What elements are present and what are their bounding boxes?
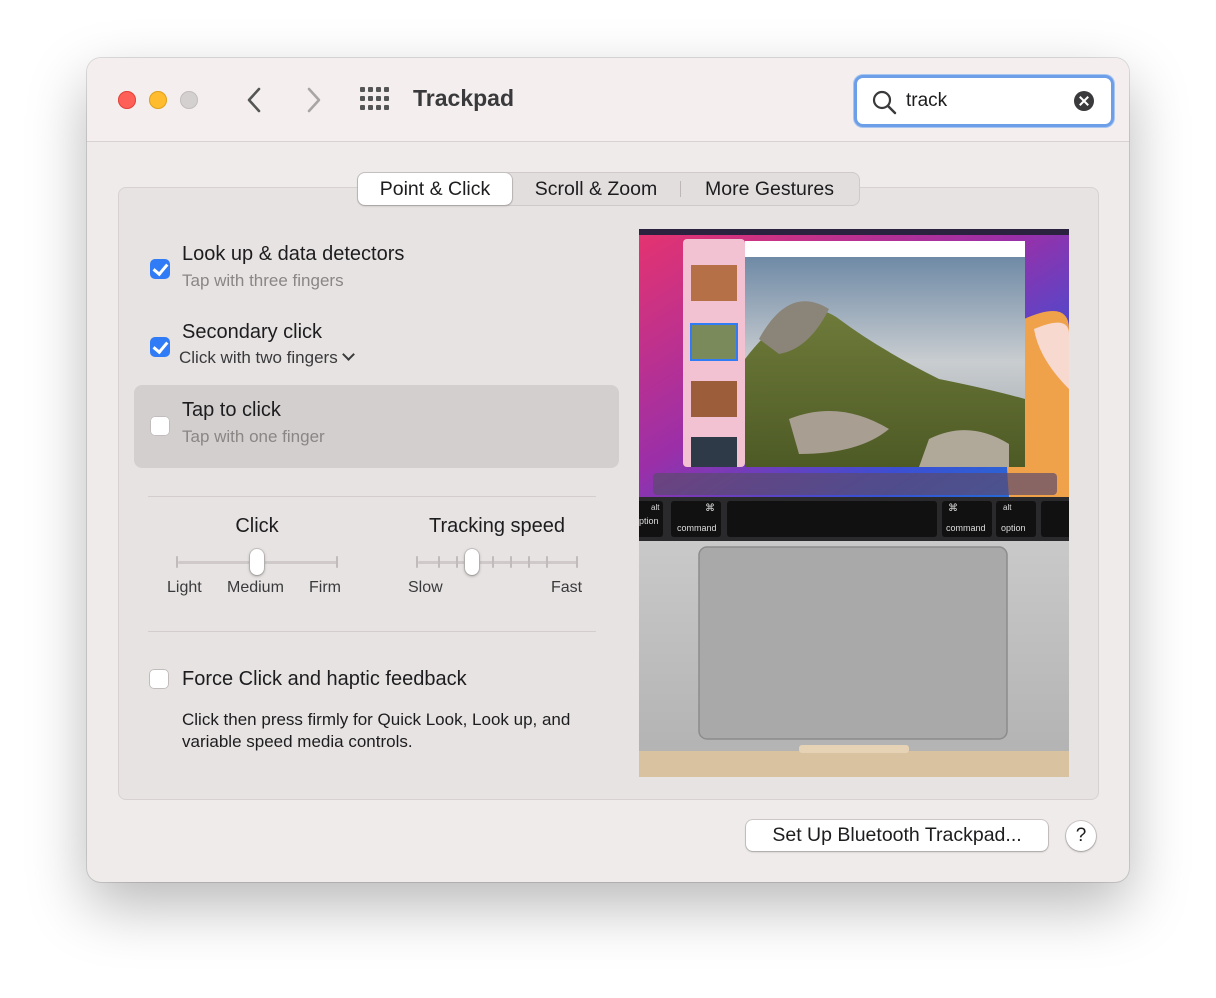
search-field[interactable] — [854, 75, 1114, 127]
lookup-title: Look up & data detectors — [182, 243, 405, 265]
tap-to-click-subtitle: Tap with one finger — [182, 427, 325, 446]
tab-scroll-zoom[interactable]: Scroll & Zoom — [512, 173, 680, 205]
click-label-light: Light — [167, 579, 202, 596]
key-label: alt — [1003, 503, 1012, 512]
chevron-down-icon — [341, 348, 355, 361]
close-button[interactable] — [118, 91, 136, 109]
search-input[interactable] — [906, 90, 1066, 112]
lookup-subtitle: Tap with three fingers — [182, 271, 344, 290]
window-title: Trackpad — [413, 85, 514, 111]
key-label: option — [1001, 523, 1026, 533]
secondary-click-title: Secondary click — [182, 321, 323, 343]
click-slider-knob[interactable] — [250, 549, 264, 575]
tracking-label-fast: Fast — [551, 579, 583, 596]
tracking-slider-track[interactable] — [418, 561, 577, 564]
key-label: command — [946, 523, 986, 533]
tracking-label-slow: Slow — [408, 579, 443, 596]
click-label-firm: Firm — [309, 579, 341, 596]
search-icon — [872, 90, 897, 115]
secondary-click-popup[interactable]: Click with two fingers — [179, 348, 355, 368]
slider-tick — [546, 556, 548, 568]
tap-to-click-title: Tap to click — [182, 399, 281, 421]
command-symbol-icon: ⌘ — [705, 503, 715, 514]
chevron-right-icon — [307, 87, 321, 113]
forward-button[interactable] — [295, 82, 331, 118]
tap-to-click-checkbox[interactable] — [150, 416, 170, 436]
chevron-left-icon — [247, 87, 261, 113]
slider-tick — [456, 556, 458, 568]
trackpad-preview-image: ption command command option alt alt ⌘ ⌘ — [639, 229, 1069, 777]
slider-tick — [510, 556, 512, 568]
clear-search-icon[interactable] — [1074, 91, 1094, 111]
lookup-checkbox[interactable] — [150, 259, 170, 279]
click-label-medium: Medium — [227, 579, 284, 596]
help-button[interactable]: ? — [1066, 821, 1096, 851]
slider-tick — [176, 556, 178, 568]
tracking-speed-title: Tracking speed — [429, 515, 565, 537]
key-label: ption — [639, 516, 659, 526]
divider — [148, 496, 596, 497]
divider — [148, 631, 596, 632]
slider-tick — [576, 556, 578, 568]
force-click-description: Click then press firmly for Quick Look, … — [182, 710, 571, 751]
back-button[interactable] — [237, 82, 273, 118]
slider-tick — [528, 556, 530, 568]
zoom-button[interactable] — [180, 91, 198, 109]
show-all-grid-icon[interactable] — [360, 87, 389, 111]
title-bar: Trackpad — [87, 58, 1129, 142]
command-symbol-icon: ⌘ — [948, 503, 958, 514]
force-click-title: Force Click and haptic feedback — [182, 668, 467, 690]
setup-bluetooth-trackpad-button[interactable]: Set Up Bluetooth Trackpad... — [746, 820, 1048, 851]
tracking-slider-knob[interactable] — [465, 549, 479, 575]
slider-tick — [336, 556, 338, 568]
tab-point-click[interactable]: Point & Click — [358, 173, 512, 205]
minimize-button[interactable] — [149, 91, 167, 109]
tab-bar: Point & Click Scroll & Zoom More Gesture… — [357, 172, 860, 206]
preferences-window: Trackpad Point & Click Scroll & Zoom Mor… — [87, 58, 1129, 882]
key-label: alt — [651, 503, 660, 512]
slider-tick — [492, 556, 494, 568]
force-click-checkbox[interactable] — [149, 669, 169, 689]
slider-tick — [438, 556, 440, 568]
secondary-click-checkbox[interactable] — [150, 337, 170, 357]
click-slider-title: Click — [235, 515, 279, 537]
secondary-click-subtitle: Click with two fingers — [179, 348, 338, 367]
slider-tick — [416, 556, 418, 568]
tab-more-gestures[interactable]: More Gestures — [680, 173, 859, 205]
key-label: command — [677, 523, 717, 533]
